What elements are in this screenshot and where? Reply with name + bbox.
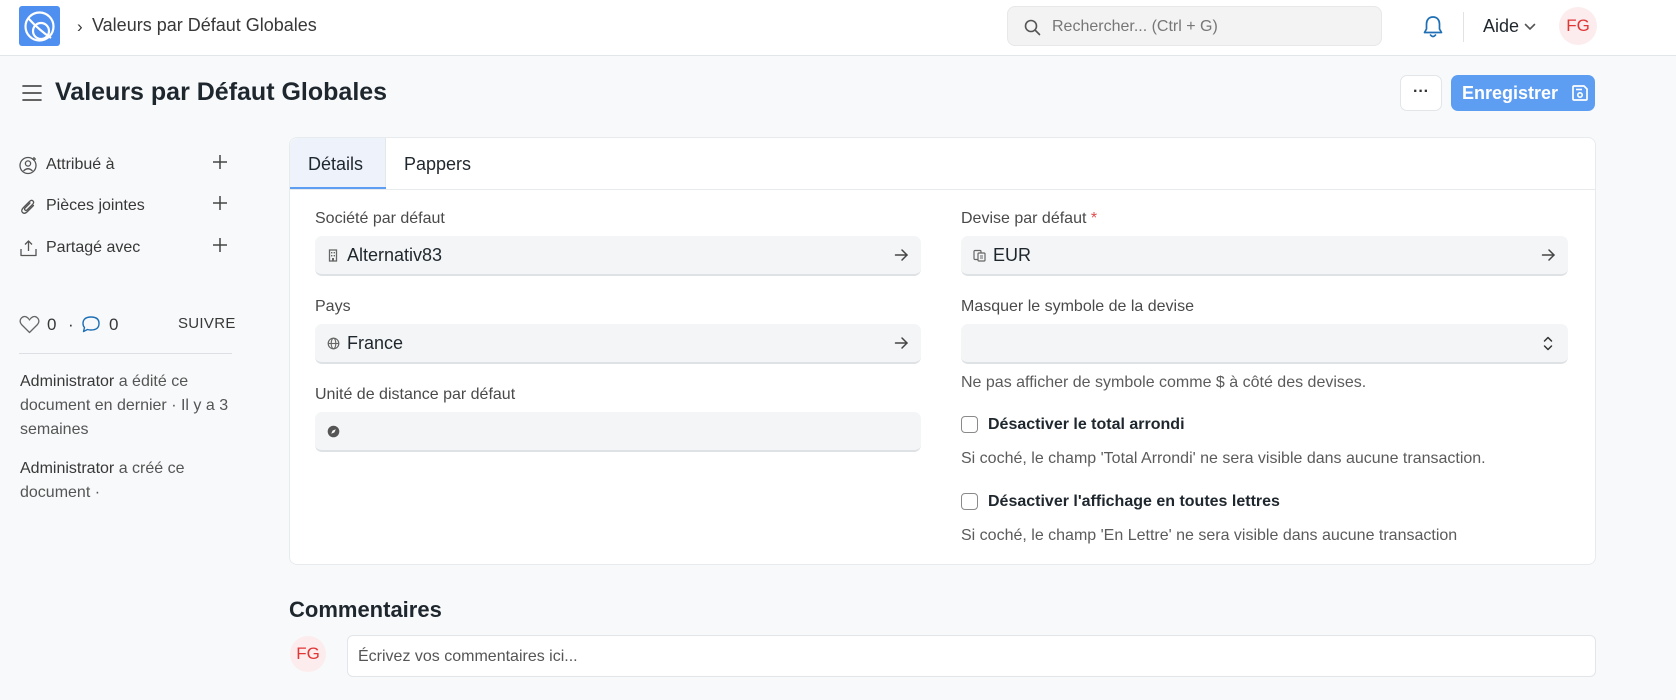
- share-icon: [20, 240, 37, 257]
- comment-input[interactable]: Écrivez vos commentaires ici...: [347, 635, 1596, 677]
- comments-count: 0: [109, 315, 119, 334]
- breadcrumb[interactable]: Valeurs par Défaut Globales: [92, 15, 317, 36]
- help-menu[interactable]: Aide: [1483, 16, 1519, 37]
- follow-button[interactable]: SUIVRE: [178, 315, 236, 332]
- distance-unit-label: Unité de distance par défaut: [315, 386, 516, 403]
- app-logo[interactable]: [19, 6, 60, 46]
- select-updown-icon: [1543, 336, 1553, 351]
- user-avatar[interactable]: FG: [1559, 7, 1597, 45]
- distance-unit-field[interactable]: [315, 412, 921, 452]
- separator-dot: ·: [68, 315, 74, 334]
- comment-bubble-icon[interactable]: [81, 315, 101, 334]
- sidebar-item-shared-with[interactable]: Partagé avec: [19, 235, 234, 261]
- activity-user[interactable]: Administrator: [20, 460, 114, 477]
- sidebar-item-label: Partagé avec: [46, 239, 141, 256]
- disable-rounded-hint: Si coché, le champ 'Total Arrondi' ne se…: [961, 450, 1486, 467]
- likes-count: 0: [47, 315, 57, 334]
- country-label: Pays: [315, 298, 351, 315]
- page-title: Valeurs par Défaut Globales: [55, 78, 388, 106]
- disable-rounded-checkbox[interactable]: [961, 416, 978, 433]
- search-input[interactable]: [1052, 15, 1372, 39]
- company-value: Alternativ83: [347, 245, 443, 265]
- currency-label-text: Devise par défaut: [961, 210, 1087, 227]
- disable-in-words-label[interactable]: Désactiver l'affichage en toutes lettres: [988, 493, 1280, 511]
- comments-title: Commentaires: [289, 597, 442, 622]
- arrow-right-icon[interactable]: [894, 336, 909, 350]
- activity-created: Administrator a créé ce document ·: [20, 457, 238, 505]
- sidebar-item-assigned-to[interactable]: Attribué à: [19, 152, 234, 178]
- arrow-right-icon[interactable]: [1541, 248, 1556, 262]
- arrow-right-icon[interactable]: [894, 248, 909, 262]
- compass-icon: [327, 425, 340, 438]
- tab-details[interactable]: Détails: [290, 138, 386, 189]
- tabs-divider: [290, 189, 1595, 190]
- tab-label: Détails: [308, 154, 364, 174]
- chevron-down-icon[interactable]: [1524, 23, 1536, 31]
- add-share-plus-icon[interactable]: [212, 237, 228, 253]
- country-field[interactable]: France: [315, 324, 921, 364]
- company-label: Société par défaut: [315, 210, 445, 227]
- sidebar-toggle-icon[interactable]: [22, 84, 42, 102]
- paperclip-icon: [21, 199, 35, 214]
- disable-in-words-hint: Si coché, le champ 'En Lettre' ne sera v…: [961, 527, 1458, 544]
- search-bar[interactable]: [1007, 6, 1382, 46]
- hide-symbol-hint: Ne pas afficher de symbole comme $ à côt…: [961, 374, 1367, 391]
- globe-icon: [327, 337, 340, 350]
- more-actions-button[interactable]: ···: [1400, 75, 1442, 111]
- coins-icon: [973, 249, 986, 262]
- likes-comments-row: 0 · 0 SUIVRE: [19, 313, 236, 337]
- save-button-label: Enregistrer: [1462, 83, 1559, 103]
- logo-icon: [24, 11, 55, 42]
- required-mark: *: [1090, 210, 1098, 227]
- disable-in-words-checkbox[interactable]: [961, 493, 978, 510]
- hide-symbol-select[interactable]: [961, 324, 1568, 364]
- breadcrumb-chevron-icon: ›: [77, 17, 83, 36]
- sidebar-divider: [19, 353, 232, 354]
- add-assignee-plus-icon[interactable]: [212, 154, 228, 170]
- navbar: › Valeurs par Défaut Globales Aide FG: [0, 0, 1676, 56]
- save-icon: [1572, 85, 1588, 101]
- save-button[interactable]: Enregistrer: [1451, 75, 1595, 111]
- tab-pappers[interactable]: Pappers: [404, 154, 471, 175]
- activity-last-edited: Administrator a édité ce document en der…: [20, 370, 238, 442]
- comment-avatar: FG: [290, 636, 326, 672]
- disable-rounded-label[interactable]: Désactiver le total arrondi: [988, 416, 1185, 434]
- currency-label: Devise par défaut *: [961, 210, 1097, 228]
- country-value: France: [347, 333, 404, 353]
- building-icon: [328, 249, 338, 262]
- navbar-divider: [1463, 12, 1464, 42]
- comment-placeholder: Écrivez vos commentaires ici...: [358, 648, 578, 665]
- notification-bell-icon[interactable]: [1422, 15, 1444, 39]
- hide-symbol-label: Masquer le symbole de la devise: [961, 298, 1195, 315]
- sidebar-item-label: Pièces jointes: [46, 197, 145, 214]
- currency-field[interactable]: EUR: [961, 236, 1568, 276]
- activity-user[interactable]: Administrator: [20, 373, 114, 390]
- sidebar-item-attachments[interactable]: Pièces jointes: [19, 193, 234, 219]
- company-field[interactable]: Alternativ83: [315, 236, 921, 276]
- search-icon: [1024, 19, 1041, 36]
- heart-icon[interactable]: [19, 315, 40, 334]
- currency-value: EUR: [993, 245, 1032, 265]
- sidebar-item-label: Attribué à: [46, 156, 115, 173]
- user-plus-icon: [19, 156, 37, 175]
- add-attachment-plus-icon[interactable]: [212, 195, 228, 211]
